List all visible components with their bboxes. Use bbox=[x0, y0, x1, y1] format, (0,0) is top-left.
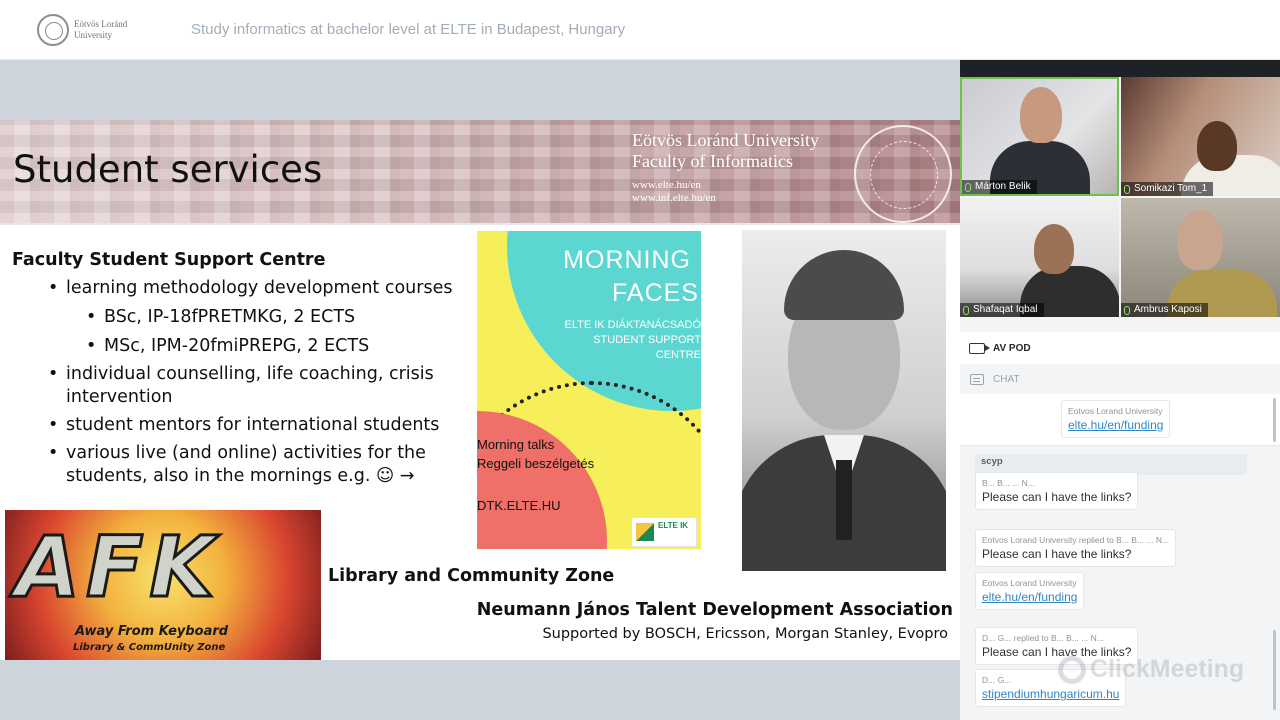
camera-icon bbox=[969, 342, 990, 354]
mic-icon bbox=[1124, 305, 1130, 315]
message-sender: Eotvos Lorand University replied to B...… bbox=[982, 535, 1170, 545]
message-sender: Eotvos Lorand University bbox=[1068, 406, 1163, 416]
chat-icon bbox=[970, 373, 984, 385]
chat-bubble: Eotvos Lorand University elte.hu/en/fund… bbox=[1061, 400, 1171, 438]
poster-site: DTK.ELTE.HU bbox=[477, 498, 561, 513]
library-label: Library and Community Zone bbox=[328, 566, 615, 586]
mic-icon bbox=[1124, 184, 1130, 194]
video-tile[interactable]: Ambrus Kaposi bbox=[1121, 198, 1280, 317]
university-seal-icon bbox=[854, 125, 952, 223]
chat-bubble: Eotvos Lorand University elte.hu/en/fund… bbox=[975, 572, 1085, 610]
pinned-scrollbar[interactable] bbox=[1273, 398, 1276, 442]
panel-top-strip bbox=[960, 60, 1280, 77]
chat-bubble: B... B... ... N... Please can I have the… bbox=[975, 472, 1139, 510]
university-logo[interactable]: Eötvös Loránd University bbox=[37, 14, 144, 46]
chat-header[interactable]: CHAT bbox=[960, 364, 1280, 394]
participant-name: Shafaqat Iqbal bbox=[973, 304, 1038, 315]
video-tile[interactable]: Somikazi Tom_1 bbox=[1121, 77, 1280, 196]
poster-talks: Morning talks Reggeli beszélgetés bbox=[477, 435, 594, 473]
list-item: various live (and online) activities for… bbox=[48, 442, 468, 488]
chat-label: CHAT bbox=[993, 373, 1020, 385]
message-link[interactable]: elte.hu/en/funding bbox=[1068, 417, 1163, 433]
afk-subtitle-1: Away From Keyboard bbox=[75, 624, 229, 639]
logo-line2: University bbox=[74, 30, 112, 40]
logo-line1: Eötvös Loránd bbox=[74, 19, 128, 29]
participant-name: Márton Belik bbox=[975, 181, 1031, 192]
participant-face bbox=[1197, 121, 1237, 171]
participant-name: Ambrus Kaposi bbox=[1134, 304, 1202, 315]
morning-faces-poster: MORNING FACES ELTE IK DIÁKTANÁCSADÓ STUD… bbox=[477, 231, 701, 549]
poster-badge: ELTE IK bbox=[631, 517, 697, 547]
clickmeeting-logo-icon bbox=[1058, 655, 1086, 684]
top-bar: Eötvös Loránd University Study informati… bbox=[0, 0, 1280, 60]
banner-divider bbox=[0, 223, 960, 225]
participant-namebar: Shafaqat Iqbal bbox=[960, 303, 1044, 317]
poster-subtitle: ELTE IK DIÁKTANÁCSADÓ STUDENT SUPPORT CE… bbox=[564, 319, 701, 361]
poster-title-2: FACES bbox=[612, 279, 699, 307]
video-tile[interactable]: Shafaqat Iqbal bbox=[960, 198, 1119, 317]
watermark-text: ClickMeeting bbox=[1090, 655, 1245, 683]
poster-talk-hu: Reggeli beszélgetés bbox=[477, 456, 595, 471]
message-link[interactable]: elte.hu/en/funding bbox=[982, 589, 1077, 605]
mic-icon bbox=[963, 305, 969, 315]
participant-name: Somikazi Tom_1 bbox=[1134, 183, 1208, 194]
event-title: Study informatics at bachelor level at E… bbox=[191, 21, 626, 38]
message-text: Please can I have the links? bbox=[982, 547, 1132, 561]
afk-subtitle-2: Library & CommUnity Zone bbox=[73, 642, 226, 653]
afk-zone-image: AFK Away From Keyboard Library & CommUni… bbox=[5, 510, 321, 660]
video-grid: Márton Belik Somikazi Tom_1 Shafaqat Iqb… bbox=[960, 77, 1280, 317]
poster-title-1: MORNING bbox=[563, 246, 691, 274]
banner-faculty-name: Faculty of Informatics bbox=[632, 151, 793, 171]
banner-url-1: www.elte.hu/en bbox=[632, 179, 701, 191]
participant-face bbox=[1020, 87, 1062, 143]
bullet-text: learning methodology development courses bbox=[66, 278, 453, 298]
mic-icon bbox=[965, 182, 971, 192]
message-sender: Eotvos Lorand University bbox=[982, 578, 1077, 588]
slide-content: Faculty Student Support Centre learning … bbox=[12, 248, 468, 488]
participant-namebar: Somikazi Tom_1 bbox=[1121, 182, 1214, 196]
participant-face bbox=[1034, 224, 1074, 274]
course-sublist: BSc, IP-18fPRETMKG, 2 ECTS MSc, IPM-20fm… bbox=[86, 306, 468, 358]
afk-letters: AFK bbox=[13, 517, 221, 618]
clickmeeting-watermark: ClickMeeting bbox=[1058, 655, 1244, 684]
list-item: MSc, IPM-20fmiPREPG, 2 ECTS bbox=[86, 335, 468, 358]
list-item: learning methodology development courses… bbox=[48, 277, 468, 358]
photo-hair bbox=[784, 250, 904, 320]
chat-scrollbar[interactable] bbox=[1273, 630, 1276, 710]
neumann-portrait-photo bbox=[742, 230, 946, 571]
photo-tie bbox=[836, 460, 852, 540]
list-item: student mentors for international studen… bbox=[48, 414, 468, 437]
slide-title: Student services bbox=[13, 148, 323, 191]
seal-icon bbox=[37, 14, 69, 46]
presentation-slide: Student services Eötvös Loránd Universit… bbox=[0, 120, 960, 660]
banner-university-block: Eötvös Loránd University Faculty of Info… bbox=[632, 130, 819, 205]
message-link[interactable]: stipendiumhungaricum.hu bbox=[982, 686, 1119, 702]
side-panel: Márton Belik Somikazi Tom_1 Shafaqat Iqb… bbox=[960, 60, 1280, 720]
support-centre-heading: Faculty Student Support Centre bbox=[12, 250, 326, 270]
banner-university-name: Eötvös Loránd University bbox=[632, 130, 819, 150]
av-pod-label: AV POD bbox=[993, 342, 1031, 354]
pinned-message: Eotvos Lorand University elte.hu/en/fund… bbox=[960, 394, 1280, 446]
message-sender: D... G... replied to B... B... ... N... bbox=[982, 633, 1104, 643]
neumann-label: Neumann János Talent Development Associa… bbox=[476, 600, 953, 620]
video-tile[interactable]: Márton Belik bbox=[960, 77, 1119, 196]
participant-namebar: Márton Belik bbox=[962, 180, 1037, 194]
logo-text: Eötvös Loránd University bbox=[74, 19, 144, 41]
list-item: BSc, IP-18fPRETMKG, 2 ECTS bbox=[86, 306, 468, 329]
services-list: learning methodology development courses… bbox=[48, 277, 468, 488]
chat-bubble: Eotvos Lorand University replied to B...… bbox=[975, 529, 1177, 567]
message-sender: B... B... ... N... bbox=[982, 478, 1035, 488]
banner-url-2: www.inf.elte.hu/en bbox=[632, 192, 716, 204]
sponsors-label: Supported by BOSCH, Ericsson, Morgan Sta… bbox=[542, 626, 948, 642]
av-pod-bar[interactable]: AV POD bbox=[960, 332, 1280, 364]
app-window: Eötvös Loránd University Study informati… bbox=[0, 0, 1280, 720]
list-item: individual counselling, life coaching, c… bbox=[48, 363, 468, 409]
poster-talk-en: Morning talks bbox=[477, 437, 555, 452]
participant-face bbox=[1177, 210, 1223, 270]
message-text: Please can I have the links? bbox=[982, 490, 1132, 504]
participant-namebar: Ambrus Kaposi bbox=[1121, 303, 1208, 317]
